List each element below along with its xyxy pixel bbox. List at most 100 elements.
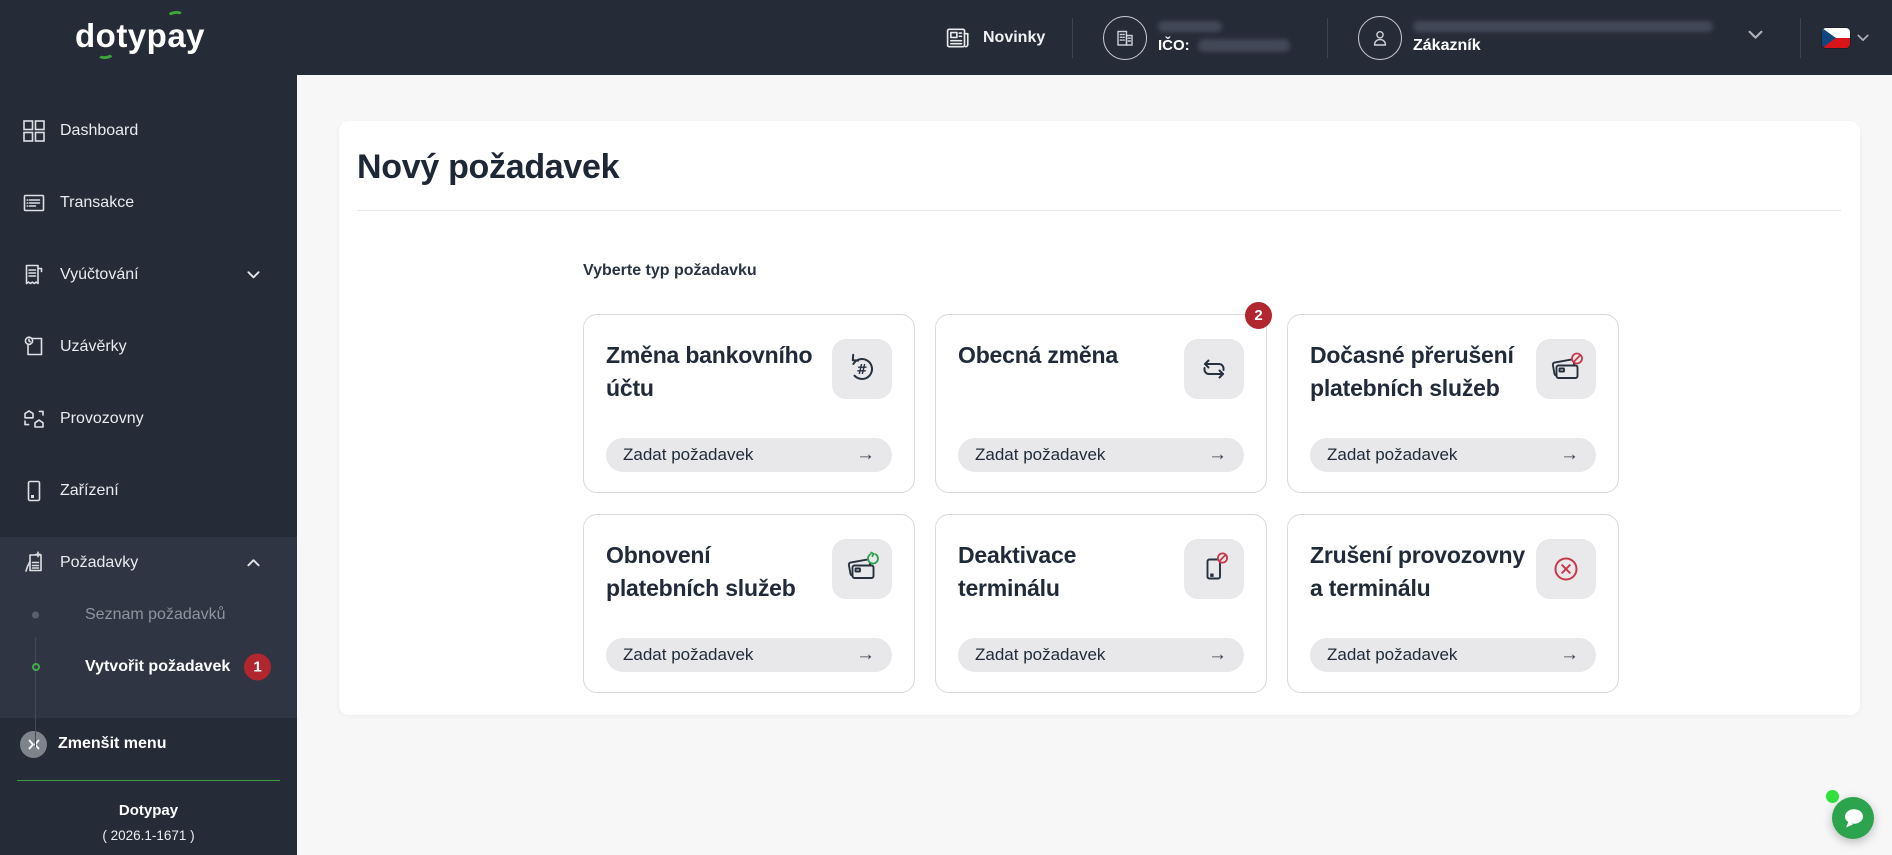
page-title: Nový požadavek [357, 148, 620, 186]
card-cancel-store-terminal[interactable]: Zrušení provozovny a terminálu Zadat pož… [1287, 514, 1619, 693]
topbar-divider [1327, 18, 1328, 58]
sidebar: Dashboard Transakce Vyúčtování Uzávěrky … [0, 75, 297, 855]
submit-request-button[interactable]: Zadat požadavek → [1310, 638, 1596, 672]
topbar-divider [1072, 18, 1073, 58]
language-selector[interactable] [1822, 0, 1869, 75]
sidebar-green-divider [17, 780, 280, 781]
card-title: Změna bankovního účtu [606, 342, 813, 401]
submit-request-button[interactable]: Zadat požadavek → [606, 638, 892, 672]
redacted-ico-number [1197, 39, 1290, 52]
bank-change-icon: # [832, 339, 892, 399]
arrow-right-icon: → [856, 644, 875, 665]
sidebar-item-transactions[interactable]: Transakce [0, 167, 297, 239]
newspaper-icon [945, 26, 972, 50]
sidebar-item-label: Zařízení [60, 482, 119, 499]
stores-icon [20, 406, 47, 432]
news-link[interactable]: Novinky [945, 0, 1045, 75]
topbar: dotypay Novinky IČO: Zákazník [0, 0, 1892, 75]
card-deactivate-terminal[interactable]: Deaktivace terminálu Zadat požadavek → [935, 514, 1267, 693]
sidebar-item-label: Požadavky [60, 554, 139, 571]
arrow-right-icon: → [1208, 644, 1227, 665]
language-chevron-down-icon [1857, 34, 1869, 42]
svg-text:#: # [857, 363, 868, 378]
submit-request-button[interactable]: Zadat požadavek → [958, 438, 1244, 472]
billing-icon [20, 262, 47, 288]
dotypay-app: dotypay Novinky IČO: Zákazník Dashboard … [0, 0, 1892, 855]
card-title: Dočasné přerušení platebních služeb [1310, 342, 1514, 401]
company-selector[interactable]: IČO: [1103, 0, 1290, 75]
sidebar-item-dashboard[interactable]: Dashboard [0, 95, 297, 167]
general-change-icon [1184, 339, 1244, 399]
building-icon [1103, 15, 1147, 60]
transactions-icon [20, 190, 47, 216]
sidebar-item-stores[interactable]: Provozovny [0, 383, 297, 455]
card-suspend-icon [1536, 339, 1596, 399]
card-suspend-payment-services[interactable]: Dočasné přerušení platebních služeb Zada… [1287, 314, 1619, 493]
closures-icon [20, 334, 47, 360]
new-request-panel: Nový požadavek Vyberte typ požadavku Změ… [339, 121, 1860, 715]
submit-request-button[interactable]: Zadat požadavek → [1310, 438, 1596, 472]
ico-label: IČO: [1158, 37, 1190, 54]
button-label: Zadat požadavek [623, 645, 754, 664]
subitem-label: Vytvořit požadavek [85, 658, 231, 675]
submit-request-button[interactable]: Zadat požadavek → [958, 638, 1244, 672]
collapse-menu-icon [20, 730, 47, 758]
chat-bubble-icon [1845, 809, 1863, 828]
sidebar-subitem-create-request[interactable]: Vytvořit požadavek 1 [0, 641, 297, 693]
chevron-down-icon [247, 271, 260, 280]
card-title: Deaktivace terminálu [958, 542, 1077, 601]
choose-type-label: Vyberte typ požadavku [583, 262, 757, 279]
sidebar-item-closures[interactable]: Uzávěrky [0, 311, 297, 383]
card-count-badge: 2 [1245, 302, 1272, 329]
dashboard-icon [20, 118, 47, 144]
card-title: Zrušení provozovny a terminálu [1310, 542, 1525, 601]
submenu-active-dot [32, 663, 40, 671]
sidebar-footer-version: ( 2026.1-1671 ) [102, 828, 195, 843]
czech-flag-icon [1822, 27, 1850, 48]
requests-icon [20, 550, 47, 576]
sidebar-footer-brand: Dotypay [118, 802, 179, 819]
topbar-divider [1800, 18, 1801, 58]
news-label: Novinky [983, 28, 1046, 46]
chat-online-dot [1826, 790, 1839, 803]
sidebar-item-label: Vyúčtování [60, 266, 139, 283]
chevron-up-icon [247, 559, 260, 568]
logo-green-arc-under-o [96, 48, 115, 60]
sidebar-subitem-request-list[interactable]: Seznam požadavků [0, 589, 297, 641]
account-selector[interactable]: Zákazník [1358, 0, 1713, 75]
button-label: Zadat požadavek [623, 445, 754, 464]
submit-request-button[interactable]: Zadat požadavek → [606, 438, 892, 472]
sidebar-item-devices[interactable]: Zařízení [0, 455, 297, 527]
arrow-right-icon: → [1560, 444, 1579, 465]
account-chevron-down-icon[interactable] [1748, 30, 1763, 40]
sidebar-item-requests[interactable]: Požadavky [0, 537, 297, 589]
sidebar-item-label: Dashboard [60, 122, 139, 139]
sidebar-item-billing[interactable]: Vyúčtování [0, 239, 297, 311]
redacted-company-name [1158, 21, 1222, 32]
logo-text: dotypay [75, 17, 206, 54]
card-title: Obecná změna [958, 342, 1118, 368]
collapse-menu-label: Zmenšit menu [58, 735, 167, 752]
dotypay-logo[interactable]: dotypay [75, 10, 206, 60]
cancel-icon [1536, 539, 1596, 599]
terminal-deactivate-icon [1184, 539, 1244, 599]
title-divider [357, 210, 1841, 211]
card-title: Obnovení platebních služeb [606, 542, 796, 601]
button-label: Zadat požadavek [1327, 445, 1458, 464]
sidebar-item-label: Transakce [60, 194, 135, 211]
user-icon [1358, 15, 1402, 60]
card-renew-icon [832, 539, 892, 599]
request-type-grid: Změna bankovního účtu # Zadat požadavek … [583, 302, 1619, 693]
arrow-right-icon: → [856, 444, 875, 465]
chat-button[interactable] [1832, 797, 1874, 839]
card-general-change[interactable]: 2 Obecná změna Zadat požadavek → [935, 302, 1272, 493]
customer-role-label: Zákazník [1413, 36, 1481, 54]
devices-icon [20, 478, 47, 504]
sidebar-item-label: Uzávěrky [60, 338, 127, 355]
subitem-label: Seznam požadavků [85, 606, 226, 623]
button-label: Zadat požadavek [975, 445, 1106, 464]
card-renew-payment-services[interactable]: Obnovení platebních služeb Zadat požadav… [583, 514, 915, 693]
sidebar-item-label: Provozovny [60, 410, 144, 427]
card-bank-account-change[interactable]: Změna bankovního účtu # Zadat požadavek … [583, 314, 915, 493]
collapse-menu-button[interactable]: Zmenšit menu [0, 730, 297, 758]
